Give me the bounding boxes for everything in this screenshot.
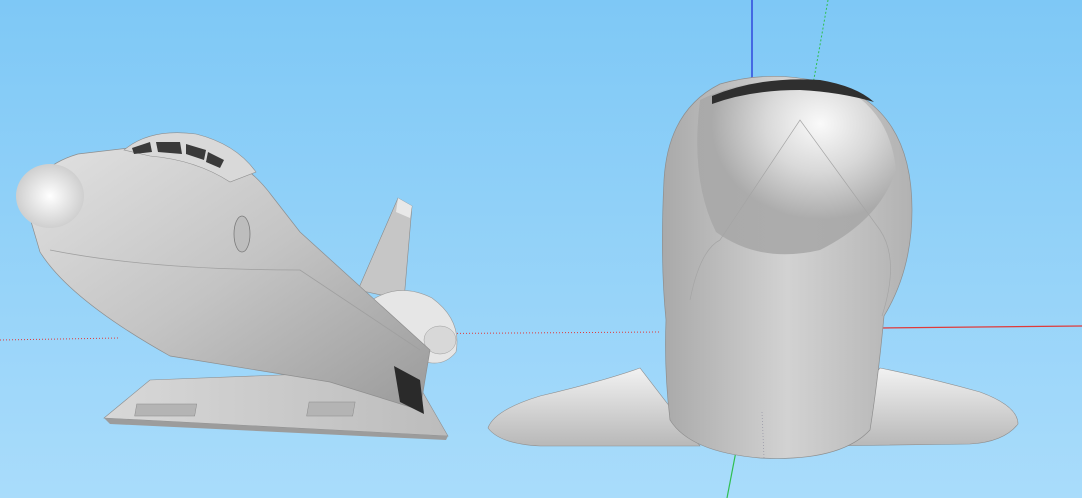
elevon-left xyxy=(134,403,198,417)
side-hatch xyxy=(233,215,251,253)
scene-canvas[interactable] xyxy=(0,0,1082,498)
elevon-right xyxy=(306,401,356,417)
3d-viewport[interactable] xyxy=(0,0,1082,498)
nose-cone xyxy=(16,164,84,228)
